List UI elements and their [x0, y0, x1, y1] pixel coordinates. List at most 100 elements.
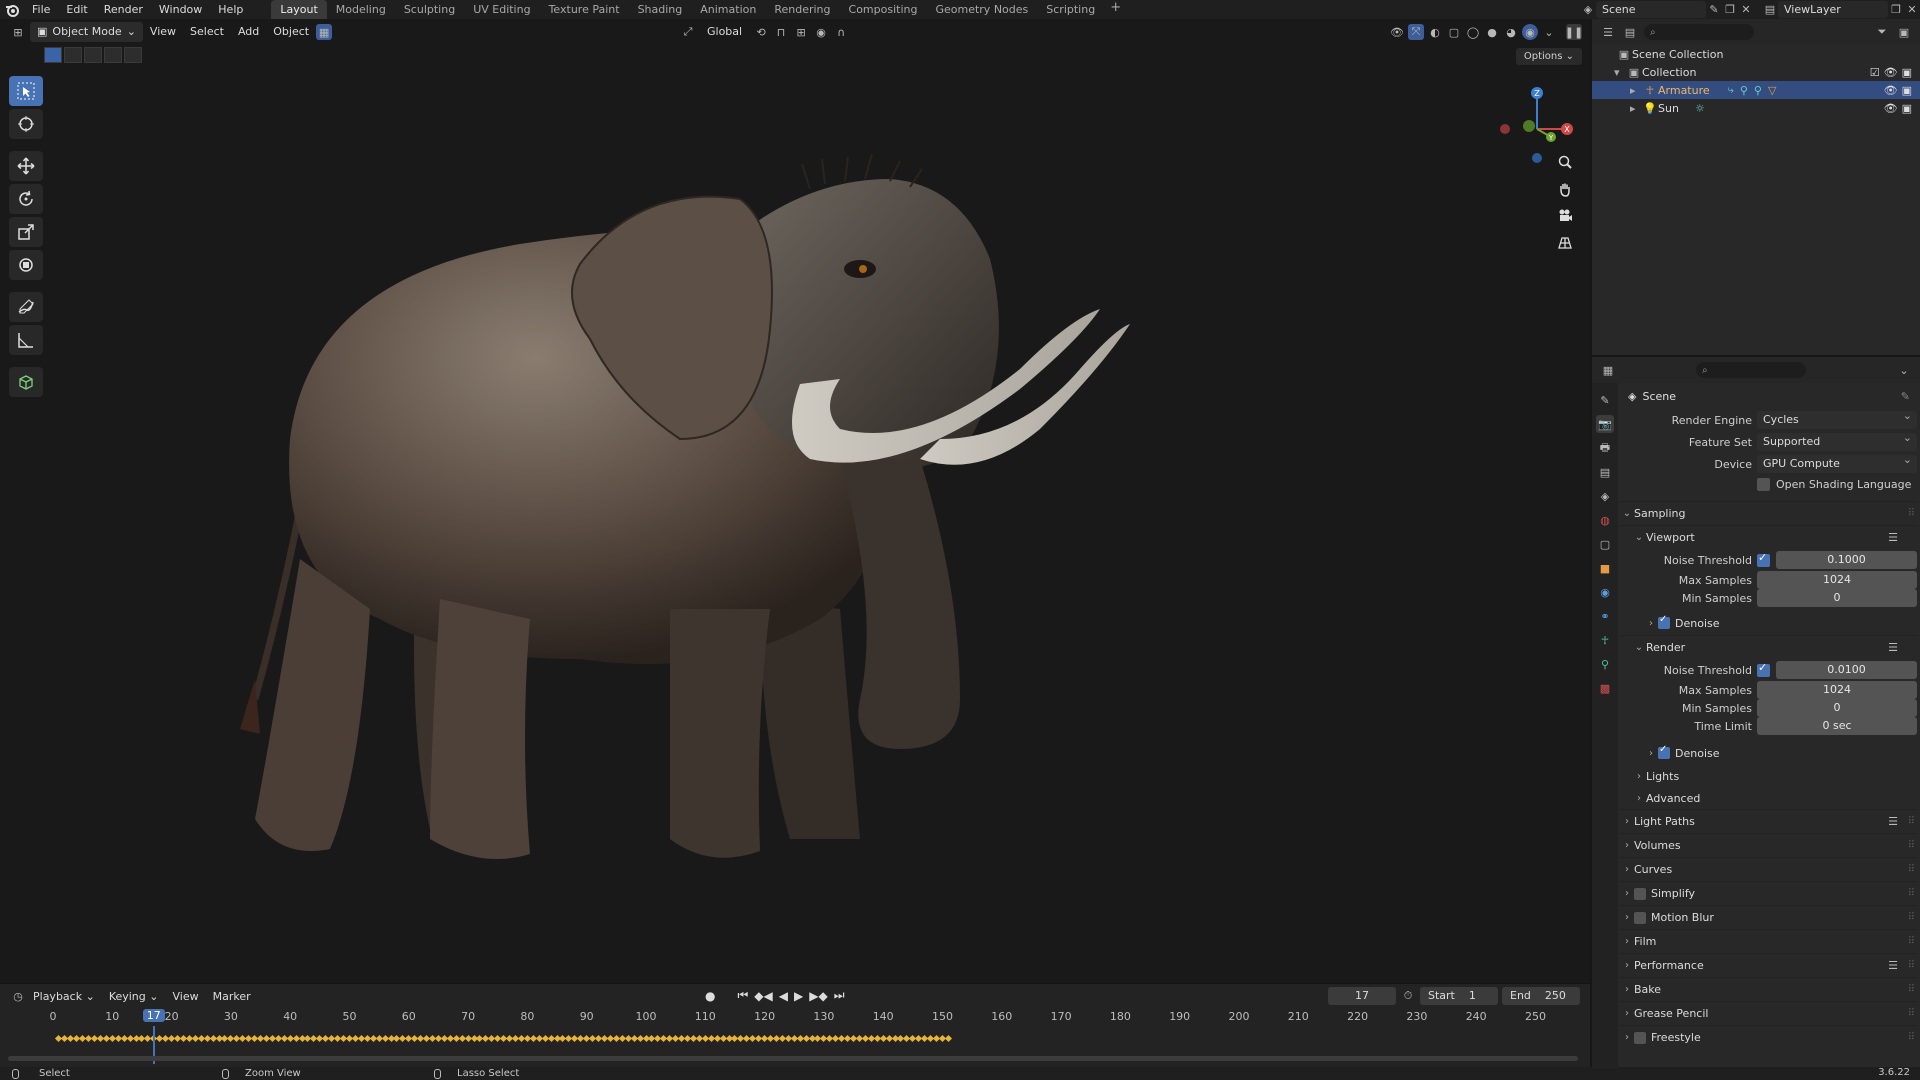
menu-timeline-view[interactable]: View [165, 990, 205, 1003]
options-dropdown[interactable]: Options ⌄ [1515, 48, 1582, 65]
tab-layout[interactable]: Layout [271, 0, 327, 19]
panel-curves[interactable]: › Curves ⠿ [1620, 857, 1918, 881]
tab-scripting[interactable]: Scripting [1037, 0, 1104, 19]
presets-icon[interactable]: ☰ [1888, 531, 1898, 544]
render-noise-threshold-field[interactable]: 0.0100 [1776, 661, 1917, 679]
panel-motion-blur[interactable]: › Motion Blur ⠿ [1620, 905, 1918, 929]
view-layer-icon[interactable]: ▤ [1762, 2, 1778, 18]
eye-icon[interactable]: 👁 [1884, 84, 1898, 97]
play-icon[interactable]: ▶ [794, 989, 803, 1003]
editor-type-icon[interactable]: ⊞ [10, 24, 26, 40]
menu-help[interactable]: Help [210, 0, 251, 19]
panel-performance[interactable]: › Performance ☰ ⠿ [1620, 953, 1918, 977]
panel-simplify[interactable]: › Simplify ⠿ [1620, 881, 1918, 905]
pin-icon[interactable]: ✎ [1706, 2, 1722, 18]
properties-search-input[interactable]: ⌕ [1696, 362, 1806, 378]
menu-playback[interactable]: Playback ⌄ [26, 990, 102, 1003]
eye-icon[interactable]: 👁 [1884, 102, 1898, 115]
world-tab-icon[interactable]: ◍ [1596, 511, 1614, 529]
camera-icon[interactable]: ▣ [1902, 84, 1912, 97]
rotate-tool[interactable] [9, 184, 43, 214]
object-mode-dropdown[interactable]: ▣ Object Mode ⌄ [30, 22, 143, 42]
transform-orientation-icon[interactable]: ⤢ [680, 24, 696, 40]
object-tab-icon[interactable]: ■ [1596, 559, 1614, 577]
solid-shading-icon[interactable]: ● [1484, 24, 1500, 40]
timeline-editor-type-icon[interactable]: ◷ [10, 988, 26, 1004]
panel-viewport-denoise[interactable]: › Denoise [1620, 611, 1918, 635]
tool-tab-icon[interactable]: ✎ [1596, 391, 1614, 409]
noise-threshold-checkbox[interactable] [1757, 551, 1770, 567]
menu-keying[interactable]: Keying ⌄ [102, 990, 166, 1003]
new-scene-icon[interactable]: ❐ [1722, 2, 1738, 18]
constraints-tab-icon[interactable]: ⚭ [1596, 607, 1614, 625]
presets-icon[interactable]: ☰ [1888, 815, 1898, 828]
time-limit-field[interactable]: 0 sec [1757, 717, 1917, 735]
tab-modeling[interactable]: Modeling [327, 0, 395, 19]
simplify-checkbox[interactable] [1634, 887, 1646, 900]
camera-view-icon[interactable] [1554, 205, 1576, 227]
tab-rendering[interactable]: Rendering [765, 0, 839, 19]
3d-viewport[interactable]: ⊞ ▣ Object Mode ⌄ View Select Add Object… [0, 19, 1590, 983]
filter-icon[interactable]: ⏷ [1874, 24, 1890, 40]
wireframe-shading-icon[interactable]: ◯ [1465, 24, 1481, 40]
drag-handle-icon[interactable]: ⠿ [1908, 888, 1915, 899]
physics-tab-icon[interactable]: ◉ [1596, 583, 1614, 601]
new-collection-icon[interactable]: ▣ [1896, 24, 1912, 40]
menu-object[interactable]: Object [266, 22, 316, 42]
output-tab-icon[interactable]: 🖶 [1596, 439, 1614, 457]
select-invert-icon[interactable] [104, 47, 122, 63]
panel-film[interactable]: › Film ⠿ [1620, 929, 1918, 953]
drag-handle-icon[interactable]: ⠿ [1908, 816, 1915, 827]
feature-set-dropdown[interactable]: Supported [1757, 429, 1917, 451]
zoom-icon[interactable] [1554, 151, 1576, 173]
toggle-sidebar-icon[interactable]: ▦ [316, 24, 333, 40]
panel-sampling[interactable]: ⌄ Sampling ⠿ [1620, 501, 1918, 525]
outliner-editor-type-icon[interactable]: ☰ [1600, 24, 1616, 40]
snap-target-icon[interactable]: ⊞ [793, 24, 809, 40]
select-extend-icon[interactable] [64, 47, 82, 63]
panel-viewport-sampling[interactable]: ⌄ Viewport ☰ [1620, 525, 1918, 549]
keyframe[interactable] [944, 1034, 952, 1043]
panel-freestyle[interactable]: › Freestyle ⠿ [1620, 1025, 1918, 1049]
drag-handle-icon[interactable]: ⠿ [1908, 508, 1915, 519]
delete-view-layer-icon[interactable]: ✕ [1904, 2, 1920, 18]
menu-add[interactable]: Add [231, 22, 266, 42]
select-new-icon[interactable] [44, 47, 62, 63]
viewport-denoise-checkbox[interactable] [1658, 614, 1670, 629]
collection-tab-icon[interactable]: ▢ [1596, 535, 1614, 553]
start-frame-field[interactable]: Start 1 [1420, 987, 1498, 1005]
panel-light-paths[interactable]: › Light Paths ☰ ⠿ [1620, 809, 1918, 833]
frame-ruler[interactable]: 0 10 20 30 40 50 60 70 80 90 100 110 120 130 140 150 160… [0, 1008, 1590, 1026]
expand-arrow-icon[interactable]: ▸ [1630, 84, 1642, 97]
jump-keyframe-back-icon[interactable]: ◆◀ [754, 989, 772, 1003]
checkbox-icon[interactable]: ☑ [1870, 66, 1880, 79]
render-max-samples-field[interactable]: 1024 [1757, 681, 1917, 699]
jump-to-end-icon[interactable]: ⏭ [834, 988, 845, 1003]
view-layer-field[interactable]: ViewLayer [1778, 1, 1888, 18]
menu-render[interactable]: Render [96, 0, 151, 19]
bone-tab-icon[interactable]: ⚲ [1596, 655, 1614, 673]
outliner-row-sun[interactable]: ▸ 💡 Sun ☼ 👁 ▣ [1592, 99, 1920, 117]
gizmo-toggle-icon[interactable]: ⤧ [1408, 24, 1424, 40]
noise-threshold-checkbox[interactable] [1757, 661, 1770, 677]
pivot-point-icon[interactable]: ⟲ [753, 24, 769, 40]
timeline-scrollbar[interactable] [8, 1056, 1578, 1061]
display-mode-icon[interactable]: ▤ [1622, 24, 1638, 40]
proportional-editing-icon[interactable]: ◉ [813, 24, 829, 40]
material-shading-icon[interactable]: ◕ [1503, 24, 1519, 40]
select-subtract-icon[interactable] [84, 47, 102, 63]
pause-render-icon[interactable]: ❚❚ [1565, 24, 1583, 40]
outliner-row-collection[interactable]: ▾ ▣ Collection ☑ 👁 ▣ [1592, 63, 1920, 81]
render-tab-icon[interactable]: 📷 [1596, 415, 1614, 433]
tab-uv-editing[interactable]: UV Editing [464, 0, 539, 19]
keyframe-track[interactable] [0, 1032, 1590, 1048]
drag-handle-icon[interactable]: ⠿ [1908, 840, 1915, 851]
outliner[interactable]: ☰ ▤ ⌕ ⏷ ▣ ▣ Scene Collection ▾ ▣ Collect… [1590, 19, 1920, 355]
scene-tab-icon[interactable]: ◈ [1596, 487, 1614, 505]
osl-checkbox[interactable] [1757, 477, 1770, 491]
gizmo-neg-y[interactable] [1523, 120, 1535, 132]
tab-shading[interactable]: Shading [629, 0, 692, 19]
xray-icon[interactable]: ▢ [1446, 24, 1462, 40]
jump-to-start-icon[interactable]: ⏮ [737, 988, 748, 1003]
properties-editor-type-icon[interactable]: ▦ [1600, 362, 1616, 378]
